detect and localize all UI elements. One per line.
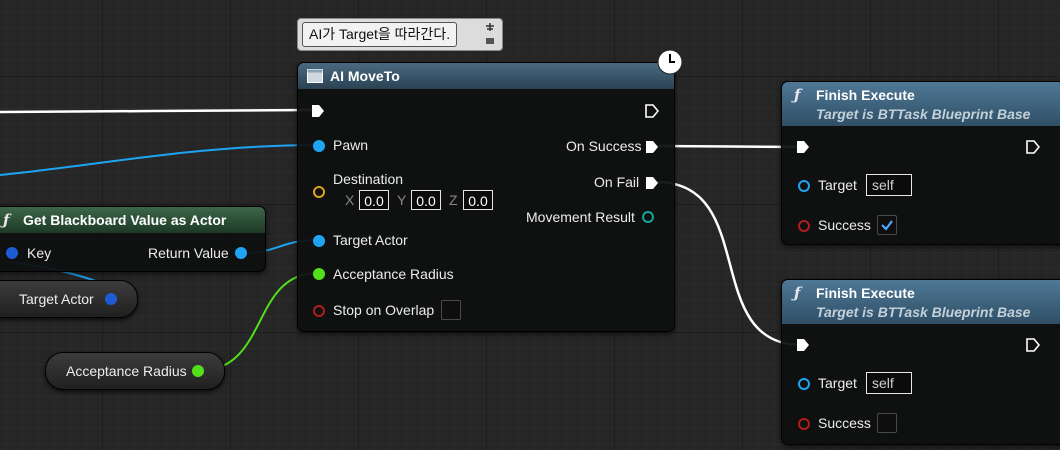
get-blackboard-node[interactable]: ƒ Get Blackboard Value as Actor Key Retu… [0,206,266,272]
success-pin[interactable] [798,220,810,232]
destination-label: Destination [333,171,404,187]
target-actor-var-node[interactable]: Target Actor [0,280,138,318]
exec-out-pin[interactable] [645,104,659,118]
finish-execute-node-1[interactable]: ƒ Finish Execute Target is BTTask Bluepr… [781,81,1060,245]
exec-out-pin[interactable] [1026,338,1040,352]
exec-out-pin[interactable] [1026,140,1040,154]
success-checkbox[interactable] [877,215,897,235]
pin-comment-icon[interactable] [484,22,496,46]
dest-y-input[interactable]: 0.0 [411,190,441,210]
success-pin[interactable] [798,418,810,430]
acceptance-radius-var-pin[interactable] [192,365,204,377]
acceptance-radius-pin[interactable] [313,268,325,280]
acceptance-radius-var-label: Acceptance Radius [66,363,187,379]
on-fail-label: On Fail [594,174,640,190]
ai-moveto-node[interactable]: AI MoveTo Pawn Destination X 0.0 Y 0.0 Z… [297,49,683,332]
exec-in-pin[interactable] [311,104,325,118]
target-actor-label: Target Actor [333,232,408,248]
finish-execute-node-2[interactable]: ƒ Finish Execute Target is BTTask Bluepr… [781,279,1060,445]
pawn-label: Pawn [333,137,369,153]
movement-result-pin[interactable] [642,211,654,223]
return-value-label: Return Value [148,245,229,261]
exec-wire-in [0,108,313,114]
function-icon: ƒ [794,86,801,104]
dest-z-input[interactable]: 0.0 [463,190,493,210]
success-label: Success [818,415,871,431]
key-pin[interactable] [6,247,18,259]
target-self-field[interactable]: self [866,372,912,394]
pawn-pin[interactable] [313,140,325,152]
get-blackboard-title: Get Blackboard Value as Actor [23,212,227,228]
exec-in-pin[interactable] [796,338,810,352]
on-fail-pin[interactable] [645,176,659,190]
key-label: Key [27,245,52,261]
success-checkbox[interactable] [877,413,897,433]
target-actor-pin[interactable] [313,235,325,247]
dest-x-label: X [345,192,355,208]
movement-result-label: Movement Result [526,209,635,225]
dest-x-input[interactable]: 0.0 [359,190,389,210]
target-actor-var-pin[interactable] [105,293,117,305]
destination-pin[interactable] [313,186,325,198]
finish-execute-1-header: ƒ Finish Execute Target is BTTask Bluepr… [782,82,1060,126]
get-blackboard-header: ƒ Get Blackboard Value as Actor [0,207,265,233]
comment-text: AI가 Target을 따라간다. [302,22,458,47]
finish-execute-1-title: Finish Execute [816,87,915,103]
finish-execute-2-title: Finish Execute [816,285,915,301]
return-value-pin[interactable] [235,247,247,259]
dest-z-label: Z [449,192,458,208]
stop-on-overlap-pin[interactable] [313,305,325,317]
exec-in-pin[interactable] [796,140,810,154]
stop-on-overlap-checkbox[interactable] [441,300,461,320]
target-label: Target [818,177,857,193]
finish-execute-1-subtitle: Target is BTTask Blueprint Base [816,106,1031,122]
comment-bubble[interactable]: AI가 Target을 따라간다. [297,18,503,51]
finish-execute-2-subtitle: Target is BTTask Blueprint Base [816,304,1031,320]
latent-clock-icon [657,49,683,75]
acceptance-radius-label: Acceptance Radius [333,266,454,282]
target-pin[interactable] [798,180,810,192]
dest-y-label: Y [397,192,407,208]
checkmark-icon [881,220,893,231]
target-self-field[interactable]: self [866,174,912,196]
target-pin[interactable] [798,378,810,390]
finish-execute-2-header: ƒ Finish Execute Target is BTTask Bluepr… [782,280,1060,324]
on-success-label: On Success [566,138,642,154]
on-success-pin[interactable] [645,140,659,154]
target-label: Target [818,375,857,391]
success-label: Success [818,217,871,233]
function-icon: ƒ [794,284,801,302]
target-actor-var-label: Target Actor [19,291,94,307]
stop-on-overlap-label: Stop on Overlap [333,302,435,318]
function-icon: ƒ [3,211,10,229]
latent-function-icon [307,69,323,83]
ai-moveto-header: AI MoveTo [298,63,674,89]
acceptance-radius-var-node[interactable]: Acceptance Radius [45,352,225,390]
pawn-wire [0,144,319,176]
ai-moveto-title: AI MoveTo [330,68,400,84]
